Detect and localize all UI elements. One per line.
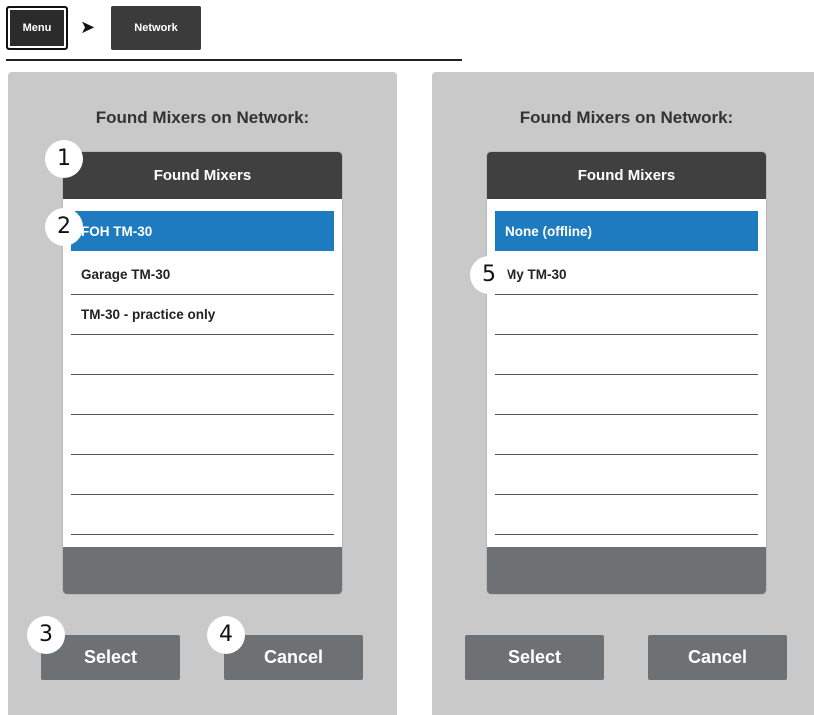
callout-1: 1: [45, 140, 83, 178]
list-item[interactable]: None (offline): [495, 211, 758, 255]
list-item[interactable]: [495, 295, 758, 335]
callout-3: 3: [27, 616, 65, 654]
cancel-button[interactable]: Cancel: [224, 635, 363, 680]
list-rows: None (offline) My TM-30: [495, 211, 758, 535]
right-panel: Found Mixers on Network: Found Mixers No…: [432, 72, 814, 715]
list-item[interactable]: FOH TM-30: [71, 211, 334, 255]
panel-title: Found Mixers on Network:: [95, 108, 310, 127]
callout-4: 4: [207, 616, 245, 654]
menu-button[interactable]: Menu: [6, 6, 68, 50]
list-item[interactable]: Garage TM-30: [71, 255, 334, 295]
list-item[interactable]: [495, 335, 758, 375]
list-item[interactable]: [495, 495, 758, 535]
list-item[interactable]: [71, 335, 334, 375]
divider: [6, 59, 462, 61]
mixer-list: Found Mixers FOH TM-30 Garage TM-30 TM-3…: [63, 152, 342, 594]
select-button[interactable]: Select: [465, 635, 604, 680]
list-rows: FOH TM-30 Garage TM-30 TM-30 - practice …: [71, 211, 334, 535]
list-item[interactable]: [495, 455, 758, 495]
list-item[interactable]: [71, 375, 334, 415]
arrow-right-icon: ➤: [80, 17, 96, 37]
list-item[interactable]: TM-30 - practice only: [71, 295, 334, 335]
list-header: Found Mixers: [487, 152, 766, 199]
panel-title: Found Mixers on Network:: [519, 108, 734, 127]
list-footer: [487, 547, 766, 594]
list-footer: [63, 547, 342, 594]
list-item[interactable]: [495, 375, 758, 415]
mixer-list: Found Mixers None (offline) My TM-30: [487, 152, 766, 594]
list-item[interactable]: [71, 455, 334, 495]
callout-5: 5: [470, 256, 508, 294]
list-item[interactable]: [71, 495, 334, 535]
list-item[interactable]: [495, 415, 758, 455]
callout-2: 2: [45, 208, 83, 246]
network-button[interactable]: Network: [111, 6, 201, 50]
cancel-button[interactable]: Cancel: [648, 635, 787, 680]
list-header: Found Mixers: [63, 152, 342, 199]
list-item[interactable]: My TM-30: [495, 255, 758, 295]
list-item[interactable]: [71, 415, 334, 455]
